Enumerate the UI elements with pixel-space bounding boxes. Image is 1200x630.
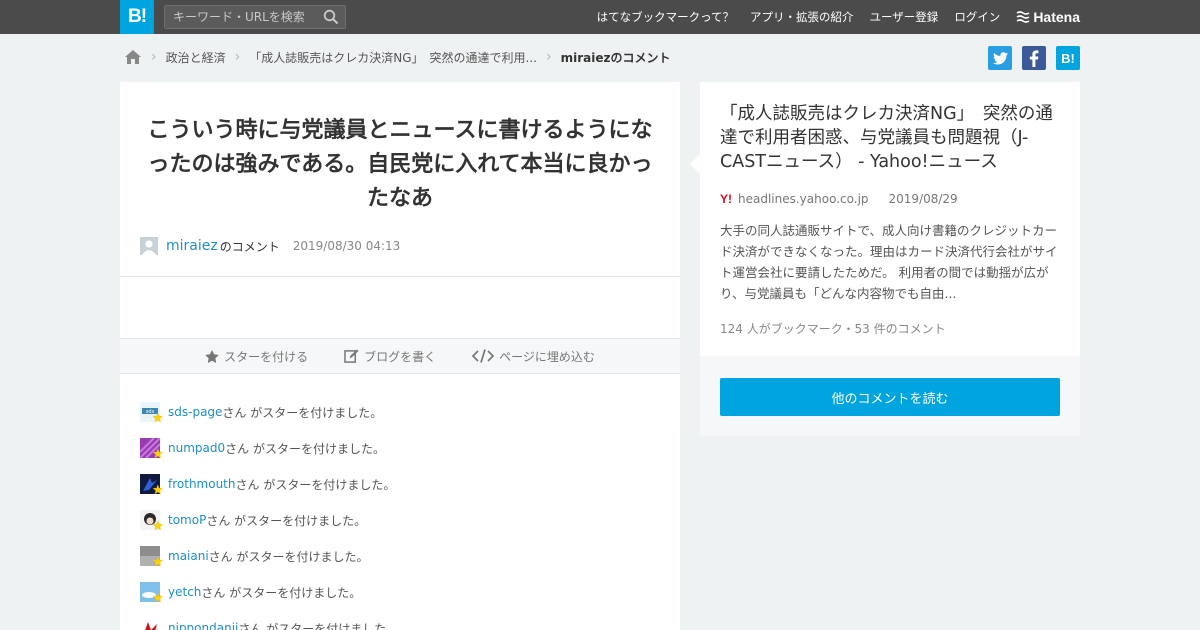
star-icon: ★ bbox=[152, 447, 164, 462]
star-text: さん がスターを付けました。 bbox=[208, 549, 369, 564]
chevron-right-icon: › bbox=[234, 49, 241, 65]
hatena-bookmark-logo[interactable]: B! bbox=[120, 0, 154, 34]
search-input[interactable] bbox=[165, 6, 315, 28]
comment-date: 2019/08/30 04:13 bbox=[292, 239, 401, 253]
write-blog-button[interactable]: ブログを書く bbox=[344, 348, 436, 365]
entry-domain[interactable]: headlines.yahoo.co.jp bbox=[738, 192, 869, 206]
star-username[interactable]: yetch bbox=[168, 585, 201, 599]
user-avatar[interactable]: ★ bbox=[140, 546, 164, 569]
embed-button[interactable]: ページに埋め込む bbox=[472, 348, 595, 365]
breadcrumb-category[interactable]: 政治と経済 bbox=[166, 49, 226, 66]
star-icon bbox=[205, 349, 219, 363]
hatena-link[interactable]: Hatena bbox=[1016, 9, 1080, 25]
facebook-share-button[interactable] bbox=[1022, 46, 1046, 70]
comment-meta: miraiez のコメント 2019/08/30 04:13 bbox=[140, 237, 400, 255]
user-avatar[interactable]: sds ★ bbox=[140, 402, 164, 425]
search-box[interactable] bbox=[164, 5, 346, 29]
entry-card: 「成人誌販売はクレカ決済NG」 突然の通達で利用者困惑、与党議員も問題視（J-C… bbox=[690, 82, 1080, 356]
hatena-bookmark-icon: B! bbox=[1061, 50, 1075, 66]
star-username[interactable]: frothmouth bbox=[168, 477, 236, 491]
yahoo-favicon-icon: Y! bbox=[720, 192, 732, 206]
card-pointer bbox=[690, 154, 700, 174]
top-bar: B! はてなブックマークって？ アプリ・拡張の紹介 ユーザー登録 ログイン Ha… bbox=[0, 0, 1200, 34]
user-avatar[interactable]: ★ bbox=[140, 582, 164, 605]
star-username[interactable]: sds-page bbox=[168, 405, 222, 419]
star-username[interactable]: maiani bbox=[168, 549, 209, 563]
breadcrumb: › 政治と経済 › 「成人誌販売はクレカ決済NG」 突然の通達で利用... › … bbox=[124, 47, 670, 67]
star-text: さん がスターを付けました。 bbox=[222, 405, 383, 420]
entry-source: Y! headlines.yahoo.co.jp 2019/08/29 bbox=[720, 192, 958, 206]
star-row: ★ yetch さん がスターを付けました。 bbox=[140, 574, 398, 610]
breadcrumb-entry[interactable]: 「成人誌販売はクレカ決済NG」 突然の通達で利用... bbox=[249, 49, 537, 66]
chevron-right-icon: › bbox=[151, 49, 157, 65]
embed-label: ページに埋め込む bbox=[499, 349, 595, 364]
edit-icon bbox=[344, 349, 359, 363]
entry-title[interactable]: 「成人誌販売はクレカ決済NG」 突然の通達で利用者困惑、与党議員も問題視（J-C… bbox=[720, 102, 1065, 174]
default-avatar-icon bbox=[140, 237, 158, 255]
chevron-right-icon: › bbox=[545, 49, 552, 65]
facebook-icon bbox=[1029, 49, 1039, 67]
comment-username[interactable]: miraiez bbox=[166, 238, 218, 254]
write-blog-label: ブログを書く bbox=[364, 349, 437, 364]
nav-about-link[interactable]: はてなブックマークって？ bbox=[597, 9, 734, 25]
entry-date: 2019/08/29 bbox=[888, 192, 958, 206]
entry-description: 大手の同人誌通販サイトで、成人向け書籍のクレジットカード決済ができなくなった。理… bbox=[720, 223, 1058, 301]
star-text: さん がスターを付けました。 bbox=[201, 585, 362, 600]
top-nav: はてなブックマークって？ アプリ・拡張の紹介 ユーザー登録 ログイン Haten… bbox=[581, 0, 1080, 34]
code-icon bbox=[472, 349, 495, 363]
user-avatar[interactable]: ★ bbox=[140, 474, 164, 497]
star-icon: ★ bbox=[152, 483, 164, 498]
search-icon[interactable] bbox=[323, 9, 339, 25]
star-icon: ★ bbox=[152, 411, 164, 426]
star-text: さん がスターを付けました。 bbox=[238, 621, 399, 630]
hatena-label: Hatena bbox=[1033, 9, 1080, 25]
user-avatar[interactable] bbox=[140, 237, 158, 255]
star-row: ★ numpad0 さん がスターを付けました。 bbox=[140, 430, 398, 466]
star-icon: ★ bbox=[152, 555, 164, 570]
star-text: さん がスターを付けました。 bbox=[206, 513, 367, 528]
nav-apps-link[interactable]: アプリ・拡張の紹介 bbox=[750, 9, 854, 25]
star-icon: ★ bbox=[152, 519, 164, 534]
star-username[interactable]: numpad0 bbox=[168, 441, 225, 455]
star-row: ★ maiani さん がスターを付けました。 bbox=[140, 538, 398, 574]
share-buttons: B! bbox=[978, 46, 1080, 70]
read-more-button[interactable]: 他のコメントを読む bbox=[720, 378, 1060, 416]
user-avatar[interactable]: ★ bbox=[140, 510, 164, 533]
breadcrumb-current: miraiezのコメント bbox=[560, 50, 671, 65]
add-star-label: スターを付ける bbox=[224, 349, 309, 364]
star-row: sds ★ sds-page さん がスターを付けました。 bbox=[140, 394, 398, 430]
star-list: sds ★ sds-page さん がスターを付けました。 ★ numpad0 … bbox=[140, 394, 398, 630]
twitter-icon bbox=[992, 51, 1008, 64]
action-bar: スターを付ける ブログを書く ページに埋め込む bbox=[120, 338, 680, 374]
star-row: ★ frothmouth さん がスターを付けました。 bbox=[140, 466, 398, 502]
add-star-button[interactable]: スターを付ける bbox=[205, 348, 308, 365]
star-username[interactable]: nippondanji bbox=[168, 621, 238, 630]
star-icon: ★ bbox=[152, 591, 164, 606]
hatena-icon bbox=[1016, 11, 1030, 23]
nav-register-link[interactable]: ユーザー登録 bbox=[870, 9, 939, 25]
twitter-share-button[interactable] bbox=[988, 46, 1012, 70]
read-more-area: 他のコメントを読む bbox=[700, 356, 1080, 436]
bookmark-count[interactable]: 124 人がブックマーク・53 件のコメント bbox=[720, 320, 946, 337]
star-text: さん がスターを付けました。 bbox=[225, 441, 385, 456]
star-username[interactable]: tomoP bbox=[168, 513, 206, 527]
home-icon[interactable] bbox=[124, 49, 142, 65]
star-row: ★ tomoP さん がスターを付けました。 bbox=[140, 502, 398, 538]
star-row: ★ nippondanji さん がスターを付けました。 bbox=[140, 610, 398, 630]
comment-text: こういう時に与党議員とニュースに書けるようになったのは強みである。自民党に入れて… bbox=[147, 118, 653, 211]
star-text: さん がスターを付けました。 bbox=[235, 477, 396, 492]
comment-suffix: のコメント bbox=[219, 239, 280, 254]
comment-card: こういう時に与党議員とニュースに書けるようになったのは強みである。自民党に入れて… bbox=[120, 82, 680, 630]
nav-login-link[interactable]: ログイン bbox=[954, 9, 1000, 25]
user-avatar[interactable]: ★ bbox=[140, 618, 164, 630]
divider bbox=[120, 276, 680, 277]
user-avatar[interactable]: ★ bbox=[140, 438, 164, 461]
hatena-bookmark-share-button[interactable]: B! bbox=[1056, 46, 1080, 70]
